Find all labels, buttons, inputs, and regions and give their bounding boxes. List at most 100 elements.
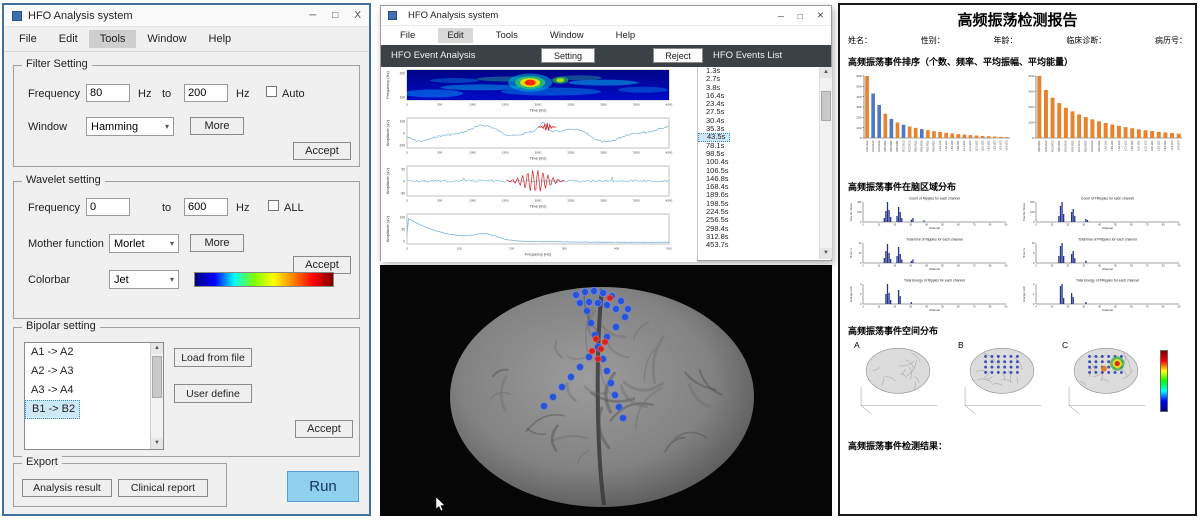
wavelet-freq-from-input[interactable] — [86, 198, 130, 216]
scrollbar-thumb[interactable] — [152, 356, 162, 398]
svg-text:0: 0 — [862, 305, 864, 308]
settings-titlebar[interactable]: HFO Analysis system ─ □ X — [4, 5, 369, 27]
all-checkbox[interactable] — [268, 200, 279, 211]
spatial-brain-C — [1056, 340, 1156, 420]
bipolar-list-item[interactable]: A2 -> A3 — [25, 362, 150, 381]
viewer-titlebar[interactable]: HFO Analysis system ─ □ ✕ — [381, 6, 831, 26]
plot-area: Frequency (Hz)20010005001000150020002500… — [381, 67, 697, 262]
colorbar-select[interactable]: Jet ▾ — [109, 270, 179, 289]
app-icon — [388, 11, 397, 20]
close-icon[interactable]: X — [354, 10, 361, 21]
patient-field-label: 年龄： — [994, 35, 1018, 46]
filter-freq-from-input[interactable] — [86, 84, 130, 102]
svg-text:LF2-LF3: LF2-LF3 — [1176, 140, 1180, 150]
reject-button[interactable]: Reject — [653, 48, 703, 63]
svg-text:1000: 1000 — [469, 103, 476, 107]
filter-more-button[interactable]: More — [190, 117, 244, 135]
svg-text:Amplitude (uV): Amplitude (uV) — [385, 167, 390, 194]
viewer-menu-help[interactable]: Help — [607, 28, 645, 43]
svg-text:200: 200 — [400, 71, 406, 75]
svg-text:LD1-LD2: LD1-LD2 — [974, 140, 978, 151]
svg-text:-100: -100 — [399, 143, 406, 147]
report-title: 高频振荡检测报告 — [848, 9, 1187, 30]
analysis-result-button[interactable]: Analysis result — [22, 479, 112, 497]
svg-text:200: 200 — [1030, 200, 1035, 204]
auto-checkbox[interactable] — [266, 86, 277, 97]
brain-3d-panel[interactable] — [380, 265, 832, 516]
svg-text:50: 50 — [401, 167, 405, 171]
scroll-up-icon[interactable]: ▲ — [820, 67, 832, 78]
filter-accept-button[interactable]: Accept — [293, 142, 351, 160]
bipolar-accept-button[interactable]: Accept — [295, 420, 353, 438]
wavelet-freq-to-input[interactable] — [184, 198, 228, 216]
svg-text:Energy / uV²: Energy / uV² — [849, 286, 853, 302]
svg-text:RE1-RE2: RE1-RE2 — [1097, 140, 1101, 152]
section-heading-rank: 高频振荡事件排序（个数、频率、平均振幅、平均能量） — [848, 55, 1187, 68]
event-analysis-label: HFO Event Analysis — [391, 50, 475, 61]
minimize-icon[interactable]: ─ — [309, 10, 316, 21]
settings-menu-edit[interactable]: Edit — [48, 30, 89, 48]
svg-text:4000: 4000 — [666, 151, 673, 155]
colorbar-value: Jet — [114, 274, 129, 286]
filter-freq-to-input[interactable] — [184, 84, 228, 102]
svg-text:0: 0 — [406, 247, 408, 251]
scroll-down-icon[interactable]: ▼ — [820, 248, 832, 259]
svg-text:60: 60 — [957, 305, 960, 308]
user-define-button[interactable]: User define — [174, 384, 252, 403]
svg-text:40: 40 — [925, 264, 928, 267]
scroll-down-icon[interactable]: ▼ — [151, 438, 163, 449]
svg-text:RB1-RB2: RB1-RB2 — [883, 140, 887, 152]
svg-text:LA1-LA2: LA1-LA2 — [1103, 140, 1107, 151]
bipolar-scrollbar[interactable]: ▲ ▼ — [150, 343, 163, 449]
viewer-menu-tools[interactable]: Tools — [487, 28, 527, 43]
settings-menu-help[interactable]: Help — [198, 30, 243, 48]
load-from-file-button[interactable]: Load from file — [174, 348, 252, 367]
minimize-icon[interactable]: ─ — [778, 11, 784, 21]
maximize-icon[interactable]: □ — [332, 10, 338, 21]
hfo-events-list[interactable]: 1.3s2.7s3.8s16.4s23.4s27.5s30.4s35.3s43.… — [697, 67, 819, 260]
rank-charts: 0100200300400500600RA1-RA2RA2-RA3RA3-RA4… — [848, 71, 1187, 171]
brain-label-B: B — [958, 340, 964, 350]
viewer-menu-file[interactable]: File — [391, 28, 424, 43]
svg-text:500: 500 — [666, 247, 671, 251]
event-list-item[interactable]: 43.5s — [698, 133, 730, 141]
region-histograms: Count of Ripples for each channel0200400… — [848, 195, 1187, 315]
svg-text:0: 0 — [1035, 264, 1037, 267]
viewer-menu-edit[interactable]: Edit — [438, 28, 472, 43]
scroll-up-icon[interactable]: ▲ — [151, 343, 163, 354]
svg-text:2: 2 — [860, 292, 862, 296]
svg-text:Energy / uV²: Energy / uV² — [1022, 286, 1026, 302]
scrollbar-thumb[interactable] — [821, 91, 831, 121]
maximize-icon[interactable]: □ — [798, 11, 803, 21]
svg-text:Time / s: Time / s — [849, 247, 853, 257]
patient-field-label: 性别： — [921, 35, 945, 46]
frequency-label: Frequency — [28, 202, 80, 214]
svg-text:30: 30 — [1082, 305, 1085, 308]
hz-label: Hz — [138, 88, 151, 100]
bipolar-listbox[interactable]: A1 -> A2A2 -> A3A3 -> A4B1 -> B2B2 -> B3… — [24, 342, 164, 450]
window-select[interactable]: Hamming ▾ — [86, 117, 174, 136]
svg-text:LF2-LF3: LF2-LF3 — [1005, 140, 1009, 150]
svg-text:70: 70 — [1145, 223, 1148, 226]
settings-menu-window[interactable]: Window — [136, 30, 197, 48]
settings-menu-tools[interactable]: Tools — [89, 30, 137, 48]
bipolar-list-item[interactable]: A1 -> A2 — [25, 343, 150, 362]
svg-text:60: 60 — [1129, 305, 1132, 308]
close-icon[interactable]: ✕ — [817, 10, 824, 21]
bipolar-list-item[interactable]: B1 -> B2 — [25, 400, 80, 419]
event-list-item[interactable]: 453.7s — [698, 241, 819, 249]
viewer-menu-window[interactable]: Window — [541, 28, 593, 43]
run-button[interactable]: Run — [287, 471, 359, 502]
region-histogram-1: Count of FRipples for each channel010020… — [1021, 195, 1187, 233]
setting-button[interactable]: Setting — [541, 48, 595, 63]
hz-label: Hz — [236, 202, 249, 214]
events-scrollbar[interactable]: ▲ ▼ — [819, 67, 832, 259]
settings-menu-file[interactable]: File — [8, 30, 48, 48]
bipolar-list-item[interactable]: A3 -> A4 — [25, 381, 150, 400]
mother-function-select[interactable]: Morlet ▾ — [109, 234, 179, 253]
svg-text:RD1-RD2: RD1-RD2 — [913, 140, 917, 152]
wavelet-more-button[interactable]: More — [190, 234, 244, 252]
svg-text:200: 200 — [1028, 105, 1033, 109]
clinical-report-button[interactable]: Clinical report — [118, 479, 208, 497]
spatial-brain-block-B: B — [952, 340, 1052, 425]
